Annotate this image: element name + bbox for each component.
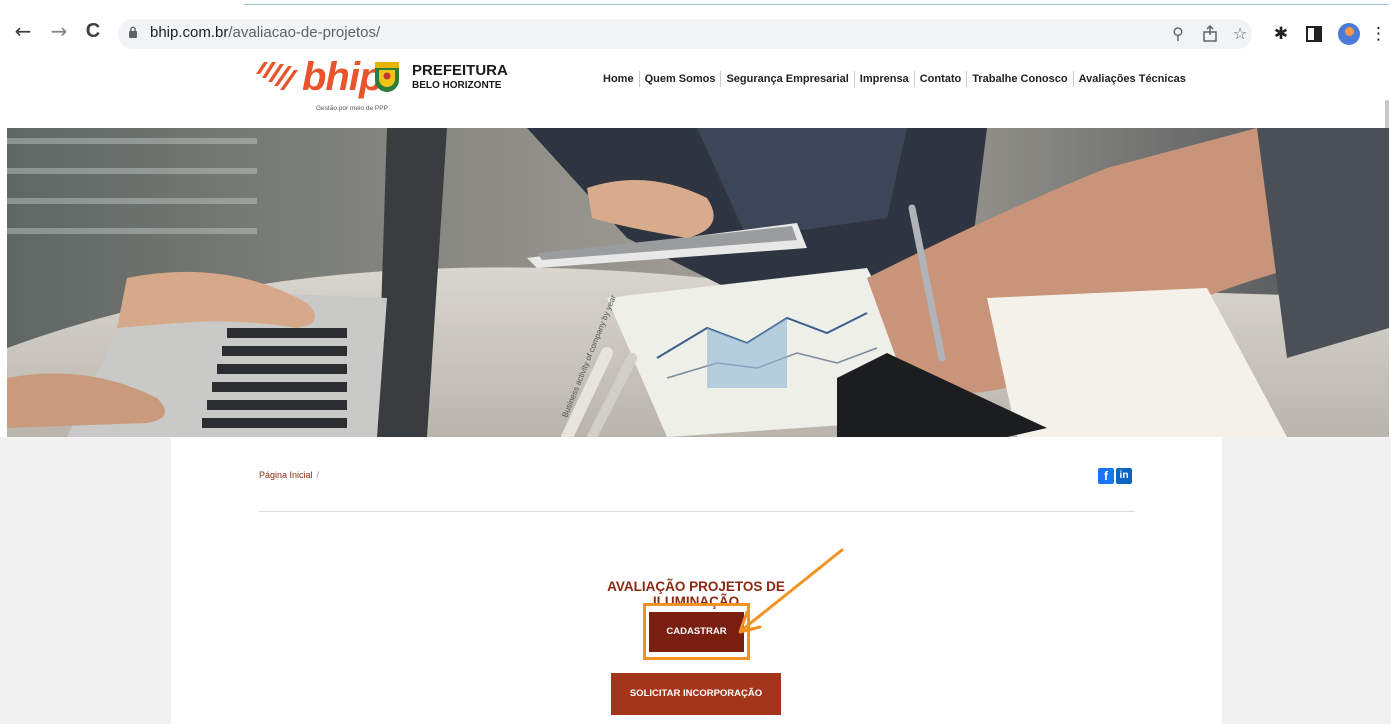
bhip-logo-mark[interactable]	[256, 60, 298, 96]
breadcrumb: Página Inicial /	[259, 470, 319, 480]
extensions-icon[interactable]: ✱	[1270, 23, 1292, 45]
tab-strip-edge	[0, 0, 1391, 6]
solicitar-incorporacao-button[interactable]: SOLICITAR INCORPORAÇÃO	[611, 673, 781, 715]
side-panel-icon[interactable]	[1303, 23, 1325, 45]
prefeitura-title: PREFEITURA	[412, 62, 508, 79]
menu-icon[interactable]: ⋮	[1370, 23, 1387, 45]
tab-accent-line	[244, 4, 1389, 5]
facebook-icon[interactable]: f	[1098, 468, 1114, 484]
content-divider	[259, 511, 1135, 512]
nav-quem-somos[interactable]: Quem Somos	[640, 71, 722, 87]
hero-photo: Business activity of company by year	[7, 128, 1389, 437]
cadastrar-button[interactable]: CADASTRAR	[649, 612, 744, 652]
share-icon[interactable]	[1199, 23, 1221, 45]
nav-avaliacoes-tecnicas[interactable]: Avaliações Técnicas	[1074, 71, 1191, 87]
prefeitura-subtitle: BELO HORIZONTE	[412, 80, 502, 91]
nav-trabalhe-conosco[interactable]: Trabalhe Conosco	[967, 71, 1074, 87]
main-nav: Home Quem Somos Segurança Empresarial Im…	[598, 71, 1191, 87]
back-button[interactable]: ←	[12, 20, 34, 42]
bh-crest-icon	[375, 62, 399, 92]
url-domain: bhip.com.br	[150, 24, 229, 41]
breadcrumb-home-link[interactable]: Página Inicial	[259, 470, 313, 480]
tagline: Gestão por meio de PPP	[316, 105, 388, 112]
forward-button[interactable]: →	[48, 20, 70, 42]
hero-banner: Business activity of company by year	[7, 128, 1389, 437]
nav-home[interactable]: Home	[598, 71, 640, 87]
url-text[interactable]: bhip.com.br/avaliacao-de-projetos/	[150, 23, 380, 43]
reload-button[interactable]: C	[82, 20, 104, 42]
nav-seguranca-empresarial[interactable]: Segurança Empresarial	[721, 71, 855, 87]
lock-icon	[129, 26, 137, 38]
nav-contato[interactable]: Contato	[915, 71, 968, 87]
site-header	[0, 58, 1391, 128]
url-path: /avaliacao-de-projetos/	[228, 24, 381, 41]
profile-avatar[interactable]	[1338, 23, 1360, 45]
nav-imprensa[interactable]: Imprensa	[855, 71, 915, 87]
linkedin-icon[interactable]: in	[1116, 468, 1132, 484]
zoom-icon[interactable]: ⚲	[1167, 23, 1189, 45]
breadcrumb-separator: /	[316, 470, 320, 480]
star-icon[interactable]: ☆	[1229, 23, 1251, 45]
bhip-logo-text[interactable]: bhip	[302, 55, 383, 100]
